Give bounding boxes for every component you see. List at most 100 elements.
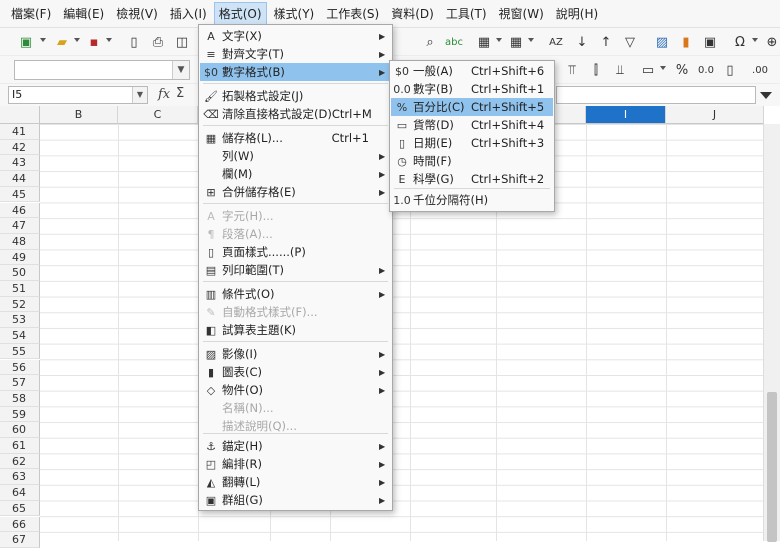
format-menu-item-number-format[interactable]: $0 數字格式(B) ▶ <box>200 63 391 81</box>
column-dropdown-icon[interactable] <box>528 38 534 42</box>
insert-chart-icon[interactable]: ▮ <box>676 32 696 52</box>
new-document-icon[interactable]: ▣ <box>16 32 36 52</box>
number-format-item-number[interactable]: 0.0 數字(B) Ctrl+Shift+1 <box>391 80 553 98</box>
format-menu-item-object[interactable]: ◇ 物件(O) ▶ <box>200 381 391 399</box>
function-wizard-icon[interactable]: fx <box>158 87 170 102</box>
row-header[interactable]: 46 <box>0 202 40 219</box>
format-menu-item-group[interactable]: ▣ 群組(G) ▶ <box>200 491 391 509</box>
row-header[interactable]: 43 <box>0 155 40 172</box>
format-menu-item-cells[interactable]: ▦ 儲存格(L)... Ctrl+1 <box>200 129 391 147</box>
row-header[interactable]: 61 <box>0 438 40 454</box>
row-header[interactable]: 54 <box>0 328 40 344</box>
number-format-item-general[interactable]: $0 一般(A) Ctrl+Shift+6 <box>391 62 553 80</box>
row-dropdown-icon[interactable] <box>496 38 502 42</box>
name-box[interactable]: I5 ▼ <box>8 86 148 104</box>
row-header[interactable]: 57 <box>0 375 40 391</box>
column-header-j[interactable]: J <box>666 106 764 124</box>
row-header[interactable]: 53 <box>0 312 40 329</box>
menu-window[interactable]: 視窗(W) <box>494 2 549 25</box>
number-format-item-thousands-separator[interactable]: 1.0 千位分隔符(H) <box>391 191 553 209</box>
format-menu-item-align-text[interactable]: ≡ 對齊文字(T) ▶ <box>200 45 391 63</box>
row-header[interactable]: 42 <box>0 139 40 156</box>
number-format-item-scientific[interactable]: E 科學(G) Ctrl+Shift+2 <box>391 170 553 188</box>
formula-input[interactable] <box>556 86 756 104</box>
save-icon[interactable]: ▪ <box>84 32 104 52</box>
row-header[interactable]: 64 <box>0 485 40 501</box>
menu-styles[interactable]: 樣式(Y) <box>269 2 320 25</box>
row-header[interactable]: 50 <box>0 265 40 281</box>
currency-dropdown-icon[interactable] <box>660 66 666 70</box>
number-format-item-percent[interactable]: % 百分比(C) Ctrl+Shift+5 <box>391 98 553 116</box>
format-menu-item-conditional[interactable]: ▥ 條件式(O) ▶ <box>200 285 391 303</box>
format-menu-item-clear-direct-formatting[interactable]: ⌫ 清除直接格式設定(D) Ctrl+M <box>200 105 391 123</box>
sort-icon[interactable]: AZ <box>546 32 566 52</box>
row-header[interactable]: 44 <box>0 171 40 187</box>
format-menu-item-arrange[interactable]: ◰ 編排(R) ▶ <box>200 455 391 473</box>
align-top-icon[interactable]: ⫪ <box>562 60 582 80</box>
align-bottom-icon[interactable]: ⫫ <box>610 60 630 80</box>
vertical-scrollbar[interactable] <box>763 124 780 542</box>
format-menu-item-flip[interactable]: ◭ 翻轉(L) ▶ <box>200 473 391 491</box>
row-header[interactable]: 65 <box>0 500 40 517</box>
row-header[interactable]: 56 <box>0 359 40 376</box>
column-header-b[interactable]: B <box>40 106 118 124</box>
pivot-table-icon[interactable]: ▣ <box>700 32 720 52</box>
spellcheck-icon[interactable]: abc <box>444 32 464 52</box>
insert-image-icon[interactable]: ▨ <box>652 32 672 52</box>
menu-file[interactable]: 檔案(F) <box>6 2 56 25</box>
open-folder-icon[interactable]: ▰ <box>52 32 72 52</box>
menu-view[interactable]: 檢視(V) <box>111 2 163 25</box>
column-header-c[interactable]: C <box>118 106 198 124</box>
sort-ascending-icon[interactable]: ↓ <box>572 32 592 52</box>
row-header[interactable]: 52 <box>0 296 40 313</box>
add-decimal-icon[interactable]: .00 <box>750 60 770 80</box>
export-pdf-icon[interactable]: ▯ <box>124 32 144 52</box>
format-menu-item-print-ranges[interactable]: ▤ 列印範圍(T) ▶ <box>200 261 391 279</box>
row-header[interactable]: 41 <box>0 124 40 140</box>
sort-descending-icon[interactable]: ↑ <box>596 32 616 52</box>
column-header-i[interactable]: I <box>586 106 666 124</box>
format-menu-item-page-style[interactable]: ▯ 頁面樣式......(P) <box>200 243 391 261</box>
row-header[interactable]: 47 <box>0 218 40 234</box>
menu-format[interactable]: 格式(O) <box>213 2 267 25</box>
row-header[interactable]: 48 <box>0 233 40 250</box>
format-menu-item-image[interactable]: ▨ 影像(I) ▶ <box>200 345 391 363</box>
number-format-item-currency[interactable]: ▭ 貨幣(D) Ctrl+Shift+4 <box>391 116 553 134</box>
number-format-item-time[interactable]: ◷ 時間(F) <box>391 152 553 170</box>
row-header[interactable]: 60 <box>0 422 40 438</box>
save-dropdown-icon[interactable] <box>106 38 112 42</box>
row-header[interactable]: 59 <box>0 406 40 423</box>
number-format-item-date[interactable]: ▯ 日期(E) Ctrl+Shift+3 <box>391 134 553 152</box>
format-menu-item-merge-cells[interactable]: ⊞ 合併儲存格(E) ▶ <box>200 183 391 201</box>
format-menu-item-columns[interactable]: 欄(M) ▶ <box>200 165 391 183</box>
row-header[interactable]: 55 <box>0 343 40 360</box>
row-header[interactable]: 67 <box>0 532 40 548</box>
special-character-icon[interactable]: Ω <box>730 32 750 52</box>
select-all-corner[interactable] <box>0 106 40 124</box>
number-format-icon[interactable]: 0.0 <box>696 60 716 80</box>
row-header[interactable]: 58 <box>0 390 40 407</box>
font-name-dropdown-icon[interactable]: ▼ <box>172 61 189 79</box>
name-box-dropdown-icon[interactable]: ▼ <box>132 87 147 103</box>
row-header[interactable]: 66 <box>0 516 40 533</box>
column-icon[interactable]: ▦ <box>506 32 526 52</box>
new-dropdown-icon[interactable] <box>40 38 46 42</box>
date-format-icon[interactable]: ▯ <box>720 60 740 80</box>
format-menu-item-chart[interactable]: ▮ 圖表(C) ▶ <box>200 363 391 381</box>
print-preview-icon[interactable]: ◫ <box>172 32 192 52</box>
font-name-box[interactable]: ▼ <box>14 60 190 80</box>
find-replace-icon[interactable]: ⌕ <box>420 32 440 52</box>
row-header[interactable]: 49 <box>0 249 40 266</box>
center-vertically-icon[interactable]: ⫿ <box>586 60 606 80</box>
open-dropdown-icon[interactable] <box>74 38 80 42</box>
menu-sheet[interactable]: 工作表(S) <box>321 2 384 25</box>
percent-format-icon[interactable]: % <box>672 60 692 80</box>
expand-formula-bar-icon[interactable] <box>760 92 772 99</box>
scrollbar-thumb[interactable] <box>767 392 777 542</box>
menu-data[interactable]: 資料(D) <box>386 2 439 25</box>
row-header[interactable]: 45 <box>0 186 40 203</box>
format-menu-item-spreadsheet-theme[interactable]: ◧ 試算表主題(K) <box>200 321 391 339</box>
sum-icon[interactable]: Σ <box>176 86 184 101</box>
currency-format-icon[interactable]: ▭ <box>638 60 658 80</box>
print-icon[interactable]: ⎙ <box>148 32 168 52</box>
